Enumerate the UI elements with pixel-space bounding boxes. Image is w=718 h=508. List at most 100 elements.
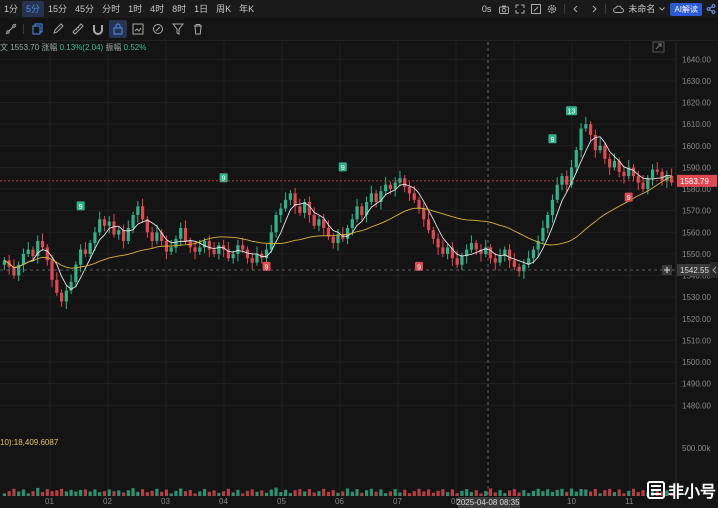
x-tick-label: 10 <box>567 497 576 506</box>
redo-icon[interactable] <box>586 2 600 16</box>
x-tick-label: 04 <box>219 497 228 506</box>
candle-body <box>217 245 221 254</box>
y-tick-label: 1610.00 <box>682 120 711 129</box>
candle-body <box>355 206 359 220</box>
volume-bar <box>279 492 283 496</box>
candle-body <box>498 256 502 263</box>
logo-mark-icon <box>646 481 665 499</box>
candle-body <box>431 230 435 239</box>
volume-bar <box>260 490 264 496</box>
ai-analysis-button[interactable]: AI解读 <box>670 2 702 16</box>
magnet-icon[interactable] <box>89 20 107 38</box>
candle-body <box>59 292 64 302</box>
volume-bar <box>531 490 536 496</box>
x-tick-label: 07 <box>393 497 402 506</box>
candle-body <box>426 219 431 231</box>
volume-bar <box>522 490 526 496</box>
volume-bar <box>188 490 192 496</box>
amplitude-value: 0.52% <box>123 43 147 52</box>
volume-bar <box>507 490 512 496</box>
volume-bar <box>336 492 340 496</box>
timeframe-6[interactable]: 4时 <box>146 1 168 17</box>
volume-bar <box>560 488 564 496</box>
volume-bar <box>245 490 250 496</box>
candle-body <box>93 232 97 244</box>
timeframe-8[interactable]: 1日 <box>190 1 212 17</box>
timeframe-0[interactable]: 1分 <box>0 1 22 17</box>
gear-icon[interactable] <box>545 2 559 16</box>
candle-body <box>436 238 440 248</box>
crosshair-price-label: 1542.55 <box>680 266 709 275</box>
candle-body <box>102 219 107 226</box>
volume-bar <box>569 488 574 496</box>
candlestick-chart[interactable]: 1640.00 1630.00 1620.00 1610.00 1600.00 1590.… <box>0 0 718 508</box>
candle-body <box>641 182 645 190</box>
filter-icon[interactable] <box>169 20 187 38</box>
candle-body <box>384 184 388 192</box>
timeframe-3[interactable]: 45分 <box>71 1 98 17</box>
y-tick-label: 1520.00 <box>682 315 711 324</box>
y-tick-label: 1620.00 <box>682 99 711 108</box>
pencil-icon[interactable] <box>49 20 67 38</box>
layout-name[interactable]: 未命名 <box>627 1 656 17</box>
candle-body <box>55 279 59 293</box>
share-icon[interactable] <box>704 2 718 16</box>
fullscreen-icon[interactable] <box>513 2 527 16</box>
timeframe-1[interactable]: 5分 <box>22 1 45 17</box>
candle-body <box>250 258 254 263</box>
candle-body <box>183 227 188 241</box>
timeframe-2[interactable]: 15分 <box>44 1 71 17</box>
camera-icon[interactable] <box>497 2 511 16</box>
candle-body <box>207 240 211 250</box>
timeframe-4[interactable]: 分时 <box>98 1 124 17</box>
timeframe-10[interactable]: 年K <box>235 1 258 17</box>
candle-body <box>417 199 421 209</box>
candle-body <box>488 247 493 259</box>
x-tick-label: 11 <box>625 497 634 506</box>
chevron-down-icon[interactable] <box>658 2 666 16</box>
timeframe-7[interactable]: 8时 <box>168 1 190 17</box>
volume-bar <box>446 492 450 496</box>
trash-icon[interactable] <box>189 20 207 38</box>
candle-body <box>412 193 416 200</box>
candle-body <box>660 171 664 181</box>
timeframe-5[interactable]: 1时 <box>124 1 146 17</box>
volume-bar <box>460 490 464 496</box>
chart-settings-icon[interactable] <box>129 20 147 38</box>
volume-bar <box>107 489 111 496</box>
volume-bar <box>345 488 350 496</box>
y-tick-label: 1630.00 <box>682 77 711 86</box>
timeframe-9[interactable]: 周K <box>212 1 235 17</box>
volume-bar <box>369 488 373 496</box>
candle-body <box>584 124 588 129</box>
volume-bar <box>341 491 345 496</box>
axis-scroll-button[interactable] <box>710 262 718 278</box>
candle-body <box>26 249 30 254</box>
copy-icon[interactable] <box>29 20 47 38</box>
divider <box>605 4 607 14</box>
volume-bar <box>517 492 521 496</box>
volume-bar <box>179 488 183 496</box>
ruler-icon[interactable] <box>69 20 87 38</box>
volume-bar <box>298 489 302 496</box>
candle-body <box>98 219 102 233</box>
volume-bar <box>579 489 583 496</box>
volume-bar <box>241 493 245 496</box>
volume-bar <box>69 489 73 496</box>
volume-bar <box>322 488 326 496</box>
volume-bar <box>222 491 226 496</box>
volume-bar <box>236 489 240 496</box>
candle-body <box>493 258 497 263</box>
candle-body <box>241 245 245 250</box>
volume-bar <box>64 491 68 496</box>
undo-icon[interactable] <box>570 2 584 16</box>
trendline-icon[interactable] <box>2 20 20 38</box>
brush-icon[interactable] <box>149 20 167 38</box>
volume-bar <box>407 493 412 496</box>
volume-bar <box>627 490 631 496</box>
edit-icon[interactable] <box>529 2 543 16</box>
lock-icon[interactable] <box>109 20 127 38</box>
candle-body <box>474 243 478 250</box>
x-tick-label: 03 <box>161 497 170 506</box>
candle-body <box>131 214 135 228</box>
